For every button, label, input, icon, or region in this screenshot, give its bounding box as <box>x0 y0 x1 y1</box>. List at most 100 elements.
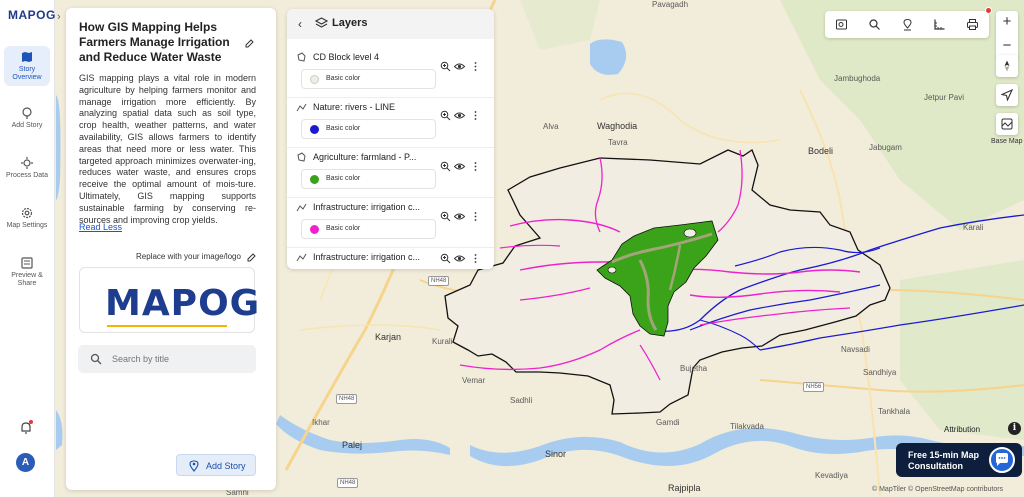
more-vertical-icon[interactable] <box>470 61 481 72</box>
logo-underline <box>107 325 227 327</box>
chat-button[interactable] <box>989 447 1015 473</box>
back-chevron-icon[interactable]: ‹ <box>298 17 302 31</box>
edit-title-icon[interactable] <box>244 38 255 49</box>
color-label: Basic color <box>326 125 361 132</box>
map-label: Sinor <box>545 449 567 459</box>
location-marker-icon[interactable] <box>901 18 914 31</box>
zoom-to-layer-icon[interactable] <box>440 110 451 121</box>
rail-item-add-story[interactable]: Add Story <box>4 106 50 130</box>
edit-logo-icon[interactable] <box>246 252 257 263</box>
layer-color-picker[interactable]: Basic color <box>301 69 436 89</box>
map-toolbar <box>825 11 989 38</box>
layer-item[interactable]: Nature: rivers - LINE Basic color <box>287 97 494 147</box>
map-label: Kevadiya <box>815 471 848 480</box>
compass-icon <box>1004 60 1010 72</box>
road-shield: NH48 <box>337 478 359 488</box>
info-icon[interactable]: i <box>1008 422 1021 435</box>
base-map-button[interactable] <box>996 113 1018 135</box>
layer-item[interactable]: Infrastructure: irrigation c... Basic co… <box>287 197 494 247</box>
base-map-icon <box>1001 118 1013 130</box>
rail-item-process-data[interactable]: Process Data <box>4 156 50 180</box>
map-label: Tankhala <box>878 407 911 416</box>
consultation-line-1: Free 15-min Map <box>908 450 980 460</box>
eye-icon[interactable] <box>454 161 465 172</box>
map-label: Waghodia <box>597 121 638 131</box>
map-label: Vemar <box>462 376 486 385</box>
app-logo[interactable]: MAPOG <box>8 8 56 22</box>
eye-icon[interactable] <box>454 253 465 264</box>
layer-item[interactable]: CD Block level 4 Basic color <box>287 47 494 97</box>
attribution-label[interactable]: Attribution <box>944 425 980 434</box>
base-map-label: Base Map <box>991 138 1023 145</box>
layers-header: ‹ Layers <box>287 9 494 39</box>
left-rail: MAPOG Story Overview Add Story Process D… <box>0 0 55 497</box>
color-swatch <box>310 75 319 84</box>
location-pin-icon <box>189 460 199 472</box>
logo-image[interactable]: MAPOG <box>79 267 259 333</box>
more-vertical-icon[interactable] <box>470 211 481 222</box>
preview-icon <box>21 257 33 269</box>
layer-name: Infrastructure: irrigation c... <box>313 202 421 212</box>
layer-name: Agriculture: farmland - P... <box>313 152 417 162</box>
zoom-to-layer-icon[interactable] <box>440 253 451 264</box>
line-layer-icon <box>296 203 307 212</box>
search-input[interactable] <box>112 351 242 367</box>
search-icon[interactable] <box>868 18 881 31</box>
map-label: Kurali <box>432 337 453 346</box>
map-label: Sandhiya <box>863 368 897 377</box>
map-search-icon[interactable] <box>835 18 848 31</box>
zoom-in-button[interactable]: + <box>996 11 1018 35</box>
rail-item-story-overview[interactable]: Story Overview <box>4 46 50 86</box>
layer-name: Nature: rivers - LINE <box>313 102 396 112</box>
rail-item-preview-share[interactable]: Preview & Share <box>4 256 50 288</box>
color-swatch <box>310 225 319 234</box>
layer-color-picker[interactable]: Basic color <box>301 119 436 139</box>
add-story-button[interactable]: Add Story <box>176 454 256 476</box>
map-label: Bujetha <box>680 364 708 373</box>
locate-button[interactable] <box>996 84 1018 106</box>
map-label: Tavra <box>608 138 628 147</box>
print-icon[interactable] <box>966 18 979 31</box>
notification-dot <box>29 420 33 424</box>
map-label: Sadhli <box>510 396 533 405</box>
map-label: Jetpur Pavi <box>924 93 965 102</box>
more-vertical-icon[interactable] <box>470 161 481 172</box>
notification-dot <box>985 7 992 14</box>
layer-name: CD Block level 4 <box>313 52 380 62</box>
more-vertical-icon[interactable] <box>470 110 481 121</box>
zoom-to-layer-icon[interactable] <box>440 211 451 222</box>
polygon-layer-icon <box>297 152 306 162</box>
eye-icon[interactable] <box>454 211 465 222</box>
layer-item[interactable]: Agriculture: farmland - P... Basic color <box>287 147 494 197</box>
color-label: Basic color <box>326 75 361 82</box>
zoom-to-layer-icon[interactable] <box>440 61 451 72</box>
road-shield: NH48 <box>428 276 450 286</box>
eye-icon[interactable] <box>454 61 465 72</box>
color-label: Basic color <box>326 225 361 232</box>
polygon-layer-icon <box>297 52 306 62</box>
zoom-control: + − <box>996 11 1018 59</box>
rail-item-map-settings[interactable]: Map Settings <box>4 206 50 230</box>
layers-icon <box>315 17 328 28</box>
zoom-to-layer-icon[interactable] <box>440 161 451 172</box>
layers-title: Layers <box>332 17 368 29</box>
story-panel: How GIS Mapping Helps Farmers Manage Irr… <box>66 8 276 490</box>
collapse-panel-icon[interactable]: › <box>57 10 65 24</box>
more-vertical-icon[interactable] <box>470 253 481 264</box>
read-less-link[interactable]: Read Less <box>79 222 122 232</box>
layer-color-picker[interactable]: Basic color <box>301 169 436 189</box>
line-layer-icon <box>296 253 307 262</box>
color-swatch <box>310 125 319 134</box>
measure-icon[interactable] <box>933 18 946 31</box>
story-title: How GIS Mapping Helps Farmers Manage Irr… <box>79 20 230 64</box>
map-label: Alva <box>543 122 559 131</box>
add-story-label: Add Story <box>206 461 246 471</box>
map-label: Ikhar <box>312 418 330 427</box>
compass-button[interactable] <box>996 55 1018 77</box>
layer-color-picker[interactable]: Basic color <box>301 219 436 239</box>
story-search[interactable] <box>78 345 256 373</box>
map-label: Navsadi <box>841 345 870 354</box>
eye-icon[interactable] <box>454 110 465 121</box>
map-label: Tilakvada <box>730 422 764 431</box>
avatar[interactable]: A <box>16 453 35 472</box>
